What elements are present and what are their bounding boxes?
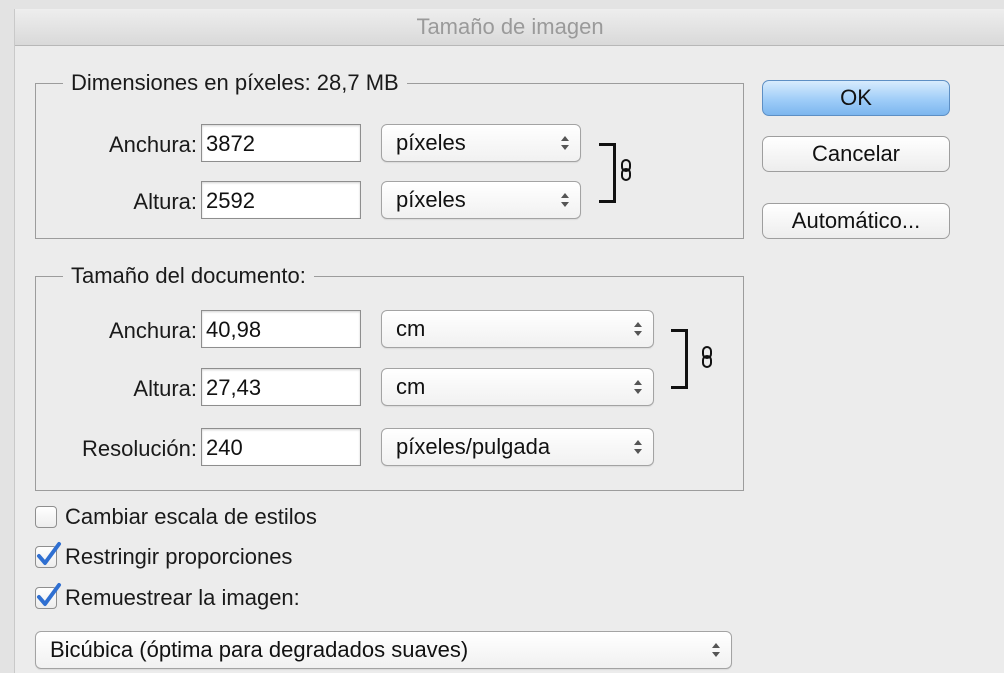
pixel-height-label: Altura: (133, 189, 197, 214)
checkmark-icon (37, 542, 61, 565)
pixel-width-unit-select[interactable]: píxeles (381, 124, 581, 162)
image-size-dialog: Tamaño de imagen Dimensiones en píxeles:… (14, 9, 1004, 673)
updown-arrows-icon (712, 643, 720, 657)
doc-width-unit-value: cm (396, 316, 426, 341)
constrain-proportions-checkbox-row[interactable]: Restringir proporciones (35, 542, 455, 572)
doc-width-unit-select[interactable]: cm (381, 310, 654, 348)
resample-checkbox-row[interactable]: Remuestrear la imagen: (35, 583, 455, 613)
scale-styles-label: Cambiar escala de estilos (65, 504, 317, 529)
resample-checkbox[interactable] (35, 583, 61, 609)
doc-width-label: Anchura: (108, 318, 197, 343)
doc-height-input[interactable]: 27,43 (201, 368, 361, 406)
doc-height-unit-select[interactable]: cm (381, 368, 654, 406)
resample-method-value: Bicúbica (óptima para degradados suaves) (50, 637, 469, 662)
dialog-title: Tamaño de imagen (15, 9, 1004, 46)
scale-styles-checkbox[interactable] (35, 506, 57, 528)
pixel-width-label: Anchura: (108, 132, 197, 157)
pixel-dimensions-legend: Dimensiones en píxeles: 28,7 MB (63, 70, 407, 96)
updown-arrows-icon (634, 440, 642, 454)
resolution-input[interactable]: 240 (201, 428, 361, 466)
pixel-height-input[interactable]: 2592 (201, 181, 361, 219)
doc-height-label: Altura: (133, 376, 197, 401)
pixel-height-unit-select[interactable]: píxeles (381, 181, 581, 219)
document-size-legend: Tamaño del documento: (63, 263, 314, 289)
updown-arrows-icon (634, 322, 642, 336)
scale-styles-checkbox-row[interactable]: Cambiar escala de estilos (35, 502, 455, 532)
automatic-button[interactable]: Automático... (762, 203, 950, 239)
pixel-height-unit-value: píxeles (396, 187, 466, 212)
chain-link-icon (621, 159, 631, 181)
resample-label: Remuestrear la imagen: (65, 585, 300, 610)
pixel-width-unit-value: píxeles (396, 130, 466, 155)
resolution-unit-select[interactable]: píxeles/pulgada (381, 428, 654, 466)
resolution-label: Resolución: (82, 436, 197, 461)
doc-height-unit-value: cm (396, 374, 426, 399)
document-constrain-bracket (671, 329, 688, 389)
updown-arrows-icon (561, 193, 569, 207)
constrain-proportions-checkbox[interactable] (35, 542, 61, 568)
checkmark-icon (37, 583, 61, 606)
resolution-unit-value: píxeles/pulgada (396, 434, 551, 459)
doc-width-input[interactable]: 40,98 (201, 310, 361, 348)
chain-link-icon (702, 346, 712, 368)
pixel-width-input[interactable]: 3872 (201, 124, 361, 162)
updown-arrows-icon (561, 136, 569, 150)
constrain-proportions-label: Restringir proporciones (65, 544, 293, 569)
updown-arrows-icon (634, 380, 642, 394)
resample-method-select[interactable]: Bicúbica (óptima para degradados suaves) (35, 631, 732, 669)
ok-button[interactable]: OK (762, 80, 950, 116)
pixel-constrain-bracket (599, 143, 616, 203)
cancel-button[interactable]: Cancelar (762, 136, 950, 172)
